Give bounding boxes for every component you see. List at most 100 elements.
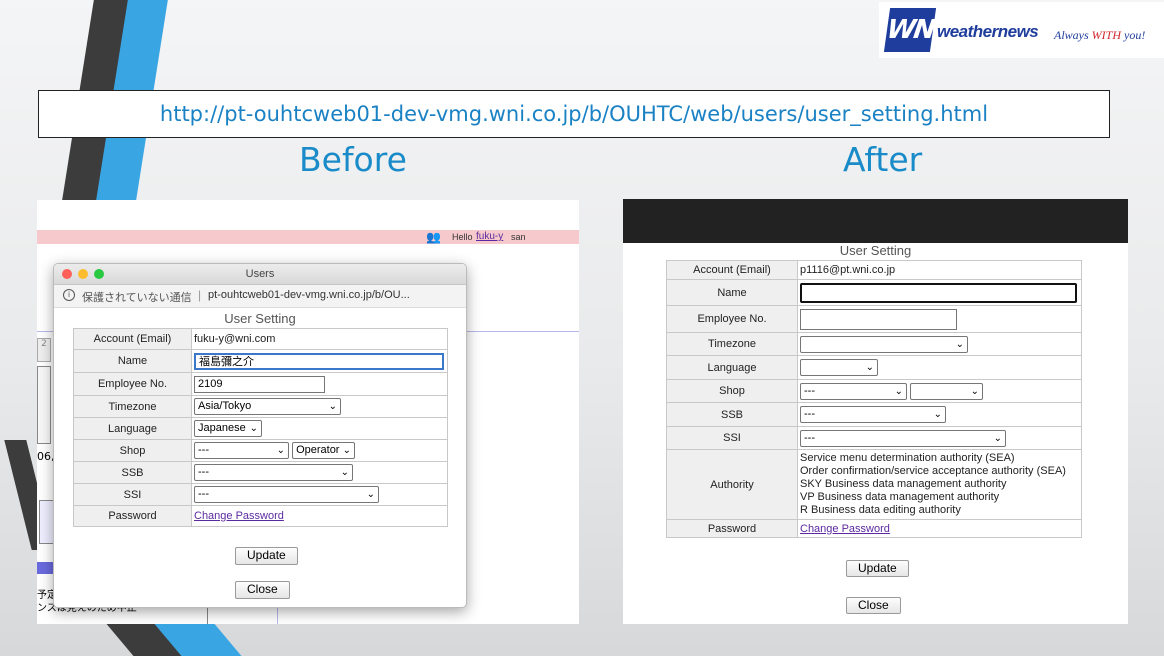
change-password-link[interactable]: Change Password bbox=[194, 510, 284, 522]
shop-label: Shop bbox=[73, 439, 192, 462]
shop-select[interactable]: --- ⌄ bbox=[194, 442, 289, 459]
dark-header-bar bbox=[623, 199, 1128, 243]
table-row: Authority Service menu determination aut… bbox=[666, 449, 1082, 520]
chevron-down-icon: ⌄ bbox=[865, 362, 874, 373]
after-screenshot: User Setting Account (Email) p1116@pt.wn… bbox=[623, 199, 1128, 624]
window-titlebar: Users bbox=[54, 264, 466, 285]
table-row: SSI --- ⌄ bbox=[73, 483, 448, 506]
change-password-link[interactable]: Change Password bbox=[800, 523, 890, 535]
page-header-bar: 👥 Hello fuku-y san bbox=[37, 230, 579, 244]
timezone-select[interactable]: ⌄ bbox=[800, 335, 968, 353]
authority-item: Order confirmation/service acceptance au… bbox=[800, 465, 1066, 477]
timezone-label: Timezone bbox=[666, 332, 798, 356]
background-box bbox=[37, 366, 51, 444]
window-title: Users bbox=[245, 268, 275, 280]
after-heading: After bbox=[843, 140, 923, 179]
url-box: http://pt-ouhtcweb01-dev-vmg.wni.co.jp/b… bbox=[38, 90, 1110, 138]
table-row: Timezone ⌄ bbox=[666, 332, 1082, 356]
username-link[interactable]: fuku-y bbox=[476, 231, 503, 242]
shop-role-select[interactable]: ⌄ bbox=[910, 382, 984, 400]
ssi-select[interactable]: --- ⌄ bbox=[194, 486, 379, 503]
authority-item: VP Business data management authority bbox=[800, 491, 1000, 503]
account-value: fuku-y@wni.com bbox=[191, 328, 448, 350]
greeting-text: Hello bbox=[452, 232, 473, 242]
name-input[interactable]: 福島彌之介 bbox=[194, 352, 444, 370]
close-button[interactable]: Close bbox=[846, 597, 901, 614]
ssi-select[interactable]: --- ⌄ bbox=[800, 429, 1006, 447]
chevron-down-icon: ⌄ bbox=[955, 338, 964, 350]
table-row: Language Japanese ⌄ bbox=[73, 417, 448, 440]
users-icon: 👥 bbox=[426, 230, 441, 244]
name-input[interactable] bbox=[800, 282, 1077, 303]
employee-input[interactable]: 2109 bbox=[194, 375, 325, 393]
employee-input[interactable] bbox=[800, 308, 957, 330]
background-date: 06, bbox=[37, 450, 55, 463]
before-heading: Before bbox=[299, 140, 407, 179]
authority-item: SKY Business data management authority bbox=[800, 478, 1007, 490]
table-row: SSB --- ⌄ bbox=[666, 402, 1082, 427]
ssi-label: SSI bbox=[666, 426, 798, 450]
chevron-down-icon: ⌄ bbox=[993, 432, 1002, 444]
chevron-down-icon: ⌄ bbox=[342, 445, 352, 456]
table-row: SSI --- ⌄ bbox=[666, 426, 1082, 450]
chevron-down-icon: ⌄ bbox=[933, 409, 942, 420]
shop-role-select[interactable]: Operator ⌄ bbox=[292, 442, 356, 459]
wni-logo-mark: WNI bbox=[883, 8, 943, 52]
table-row: SSB --- ⌄ bbox=[73, 461, 448, 484]
table-row: Shop --- ⌄ Operator ⌄ bbox=[73, 439, 448, 462]
background-tab: 2 bbox=[37, 338, 51, 362]
timezone-label: Timezone bbox=[73, 395, 192, 418]
close-button[interactable]: Close bbox=[235, 581, 290, 599]
info-icon[interactable]: i bbox=[63, 289, 75, 301]
chevron-down-icon: ⌄ bbox=[276, 445, 285, 456]
address-separator: | bbox=[198, 288, 202, 302]
ssb-select[interactable]: --- ⌄ bbox=[194, 464, 353, 481]
before-screenshot: 👥 Hello fuku-y san 2 06, 予定 ンスは見えのため中止 U… bbox=[37, 200, 579, 624]
password-label: Password bbox=[73, 505, 192, 527]
timezone-select[interactable]: Asia/Tokyo ⌄ bbox=[194, 398, 341, 415]
ssb-select[interactable]: --- ⌄ bbox=[800, 406, 946, 423]
language-select[interactable]: Japanese ⌄ bbox=[194, 420, 262, 437]
security-label: 保護されていない通信 bbox=[82, 292, 192, 304]
page-title: User Setting bbox=[839, 243, 912, 258]
name-label: Name bbox=[666, 279, 798, 306]
language-select[interactable]: ⌄ bbox=[800, 359, 878, 376]
ssb-label: SSB bbox=[73, 461, 192, 484]
user-setting-table: Account (Email) fuku-y@wni.com Name 福島彌之… bbox=[73, 328, 448, 527]
update-button[interactable]: Update bbox=[235, 547, 298, 565]
greeting-suffix: san bbox=[511, 232, 526, 242]
employee-label: Employee No. bbox=[666, 305, 798, 333]
ssb-label: SSB bbox=[666, 402, 798, 427]
chevron-down-icon: ⌄ bbox=[366, 489, 375, 500]
authority-list: Service menu determination authority (SE… bbox=[797, 449, 1082, 520]
authority-item: Service menu determination authority (SE… bbox=[800, 452, 1015, 464]
language-label: Language bbox=[73, 417, 192, 440]
account-label: Account (Email) bbox=[666, 260, 798, 280]
password-label: Password bbox=[666, 519, 798, 538]
shop-label: Shop bbox=[666, 379, 798, 403]
logo-brand-text: weathernews bbox=[937, 22, 1039, 41]
authority-label: Authority bbox=[666, 449, 798, 520]
ssi-label: SSI bbox=[73, 483, 192, 506]
chevron-down-icon: ⌄ bbox=[249, 423, 258, 434]
name-label: Name bbox=[73, 349, 192, 373]
logo-tagline: Always WITH you! bbox=[1054, 28, 1146, 42]
user-setting-table: Account (Email) p1116@pt.wni.co.jp Name … bbox=[666, 260, 1082, 538]
account-value: p1116@pt.wni.co.jp bbox=[797, 260, 1082, 280]
employee-label: Employee No. bbox=[73, 372, 192, 396]
weathernews-logo: WNI weathernews Always WITH you! bbox=[879, 2, 1164, 58]
address-bar[interactable]: i 保護されていない通信 | pt-ouhtcweb01-dev-vmg.wni… bbox=[54, 285, 466, 308]
chevron-down-icon: ⌄ bbox=[970, 385, 980, 397]
table-row: Employee No. bbox=[666, 305, 1082, 333]
update-button[interactable]: Update bbox=[846, 560, 909, 577]
table-row: Password Change Password bbox=[666, 519, 1082, 538]
table-row: Shop --- ⌄ ⌄ bbox=[666, 379, 1082, 403]
address-text[interactable]: pt-ouhtcweb01-dev-vmg.wni.co.jp/b/OU... bbox=[208, 289, 410, 301]
table-row: Timezone Asia/Tokyo ⌄ bbox=[73, 395, 448, 418]
shop-select[interactable]: --- ⌄ bbox=[800, 382, 907, 400]
table-row: Account (Email) fuku-y@wni.com bbox=[73, 328, 448, 350]
table-row: Password Change Password bbox=[73, 505, 448, 527]
chevron-down-icon: ⌄ bbox=[894, 385, 903, 397]
table-row: Name bbox=[666, 279, 1082, 306]
table-row: Account (Email) p1116@pt.wni.co.jp bbox=[666, 260, 1082, 280]
